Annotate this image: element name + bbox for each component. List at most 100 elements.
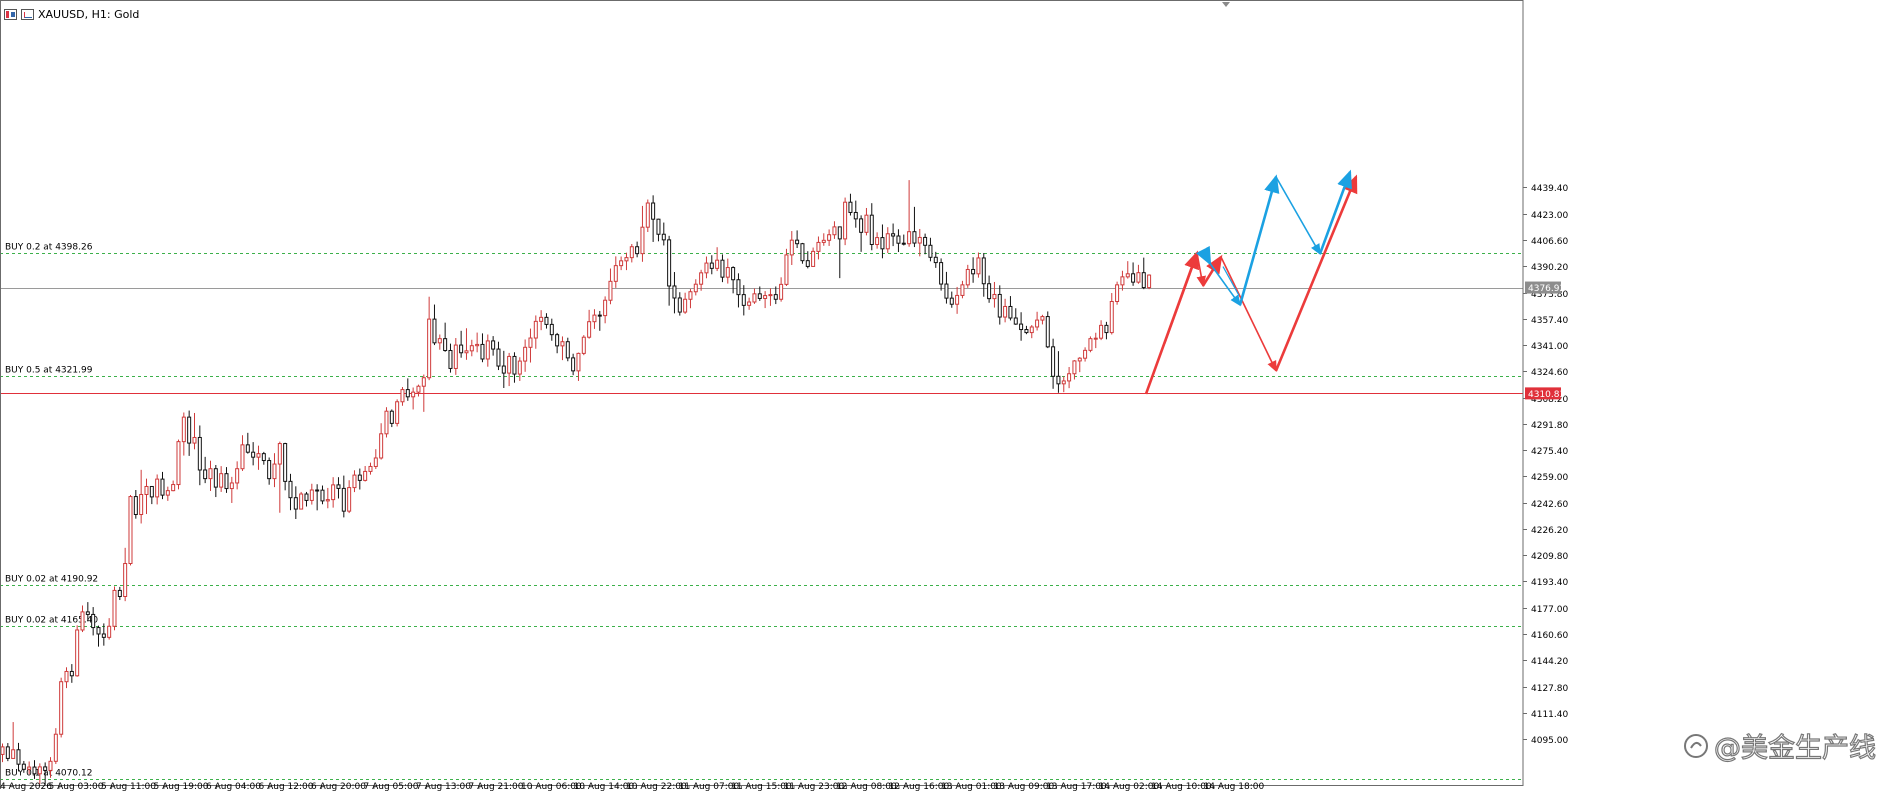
candle-body	[645, 202, 650, 228]
candle-body	[912, 231, 917, 244]
candle-body	[59, 681, 64, 735]
candle-body	[464, 350, 469, 354]
candle-body	[181, 416, 186, 443]
candle-body	[875, 237, 880, 245]
price-tick-label: 4324.60	[1531, 368, 1568, 378]
price-chart[interactable]: BUY 0.2 at 4398.26 BUY 0.5 at 4321.99 BUY …	[0, 0, 1903, 792]
candle-body	[43, 766, 48, 771]
candle-body	[75, 629, 80, 677]
candle-body	[976, 257, 981, 275]
candle-body	[848, 201, 853, 213]
candle-body	[165, 490, 170, 496]
candle-body	[1115, 284, 1120, 303]
candle-body	[331, 484, 336, 501]
candle-body	[939, 262, 944, 285]
candle	[800, 242, 805, 264]
candle-body	[843, 201, 848, 240]
candle-body	[992, 293, 997, 300]
chart-icon[interactable]	[4, 8, 17, 20]
candle-body	[565, 341, 570, 359]
candle	[128, 494, 133, 566]
candle-body	[555, 334, 560, 347]
candle-body	[96, 627, 101, 635]
candle-body	[389, 410, 394, 424]
candle-body	[720, 259, 725, 278]
candle-body	[587, 321, 592, 338]
candle-body	[480, 343, 485, 360]
candle-body	[651, 202, 656, 220]
candle-body	[1099, 324, 1104, 339]
candle-body	[400, 389, 405, 403]
candle-body	[624, 257, 629, 262]
candle-body	[613, 265, 618, 282]
symbol-title: XAUUSD, H1: Gold	[38, 7, 140, 21]
candle-body	[560, 341, 565, 347]
time-tick-label: 6 Aug 20:00	[311, 782, 366, 792]
candle-body	[784, 254, 789, 285]
candle-body	[405, 389, 410, 398]
price-tick-label: 4127.80	[1531, 684, 1568, 694]
candle-body	[512, 355, 517, 375]
candle-body	[773, 294, 778, 300]
candle-body	[981, 257, 986, 285]
time-tick-label: 7 Aug 13:00	[416, 782, 471, 792]
candle-body	[800, 243, 805, 262]
candle-body	[357, 474, 362, 481]
price-tick-label: 4357.40	[1531, 316, 1568, 326]
chart-background	[0, 0, 1903, 792]
candle-body	[21, 763, 26, 770]
candle-body	[1093, 337, 1098, 340]
candle-body	[933, 256, 938, 264]
candle-body	[277, 443, 282, 465]
candle-body	[1083, 349, 1088, 359]
candle	[395, 399, 400, 427]
candle-body	[149, 485, 154, 498]
candle-body	[491, 340, 496, 350]
candle-body	[752, 293, 757, 303]
order-level-label: BUY 0.2 at 4398.26	[5, 243, 93, 253]
candle-body	[171, 484, 176, 492]
candle-body	[944, 283, 949, 299]
symbol-icon[interactable]	[21, 8, 34, 20]
candle-body	[571, 357, 576, 372]
candle-body	[224, 473, 229, 490]
candle-body	[795, 239, 800, 245]
time-tick-label: 5 Aug 11:00	[101, 782, 156, 792]
time-tick-label: 7 Aug 21:00	[469, 782, 524, 792]
candle-body	[448, 350, 453, 369]
candle-body	[379, 433, 384, 459]
candle-body	[341, 487, 346, 512]
candle-body	[549, 323, 554, 336]
candle-body	[672, 285, 677, 299]
candle-body	[384, 410, 389, 435]
candle-body	[1109, 301, 1114, 334]
candle-body	[0, 746, 5, 755]
candle	[299, 491, 304, 510]
candle-body	[725, 267, 730, 278]
candle-body	[997, 293, 1002, 318]
candle-body	[32, 766, 37, 775]
candle-body	[661, 233, 666, 241]
candle-body	[245, 444, 250, 453]
candle-body	[576, 352, 581, 372]
candle-body	[160, 478, 165, 496]
price-tick-label: 4423.00	[1531, 211, 1568, 221]
candle-body	[267, 460, 272, 480]
candle-body	[69, 670, 74, 677]
candle-body	[837, 226, 842, 240]
candle-body	[48, 760, 53, 771]
candle	[176, 439, 181, 490]
price-tick-label: 4439.40	[1531, 184, 1568, 194]
price-tick-label: 4111.40	[1531, 710, 1568, 720]
candle-body	[203, 469, 208, 480]
candle	[112, 586, 117, 631]
candle-body	[528, 337, 533, 348]
candle-body	[1125, 273, 1130, 278]
candle-body	[581, 336, 586, 354]
candle-body	[709, 262, 714, 269]
price-tick-label: 4291.80	[1531, 421, 1568, 431]
candle	[384, 407, 389, 438]
candle-body	[416, 385, 421, 393]
order-level-label: BUY 0.02 at 4190.92	[5, 575, 98, 585]
candle	[1147, 274, 1152, 290]
